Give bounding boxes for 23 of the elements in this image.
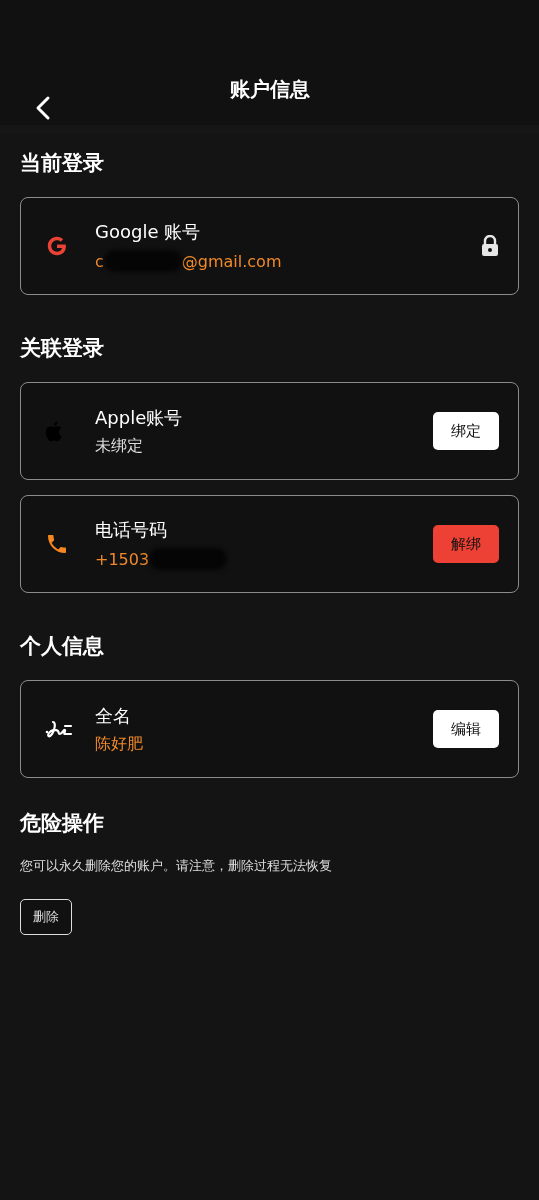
unbind-button[interactable]: 解绑: [433, 525, 499, 563]
action-button[interactable]: 绑定: [433, 412, 499, 450]
card-value: 陈好肥: [95, 733, 143, 755]
signature-icon: [45, 718, 75, 740]
section-title: 个人信息: [20, 633, 105, 660]
card-value: c: [95, 251, 104, 271]
action-button[interactable]: 编辑: [433, 710, 499, 748]
delete-button[interactable]: 删除: [20, 899, 72, 935]
card-value: 未绑定: [95, 435, 143, 457]
page-title: 账户信息: [229, 76, 310, 103]
card-title: Google 账号: [95, 220, 202, 244]
section-title: 当前登录: [20, 150, 105, 177]
card-title: Apple账号: [95, 405, 184, 430]
google-logo-icon: [45, 234, 69, 258]
phone-icon: [45, 532, 69, 556]
section-title: 关联登录: [20, 335, 105, 362]
lock-icon: [481, 235, 499, 257]
card-value: +1503: [95, 549, 150, 569]
section-title: 危险操作: [20, 810, 105, 837]
warning-text: 您可以永久删除您的账户。请注意，删除过程无法恢复: [20, 857, 333, 875]
card-value: @gmail.com: [181, 251, 282, 271]
card-title: 电话号码: [95, 518, 168, 542]
card-title: 全名: [95, 703, 132, 728]
